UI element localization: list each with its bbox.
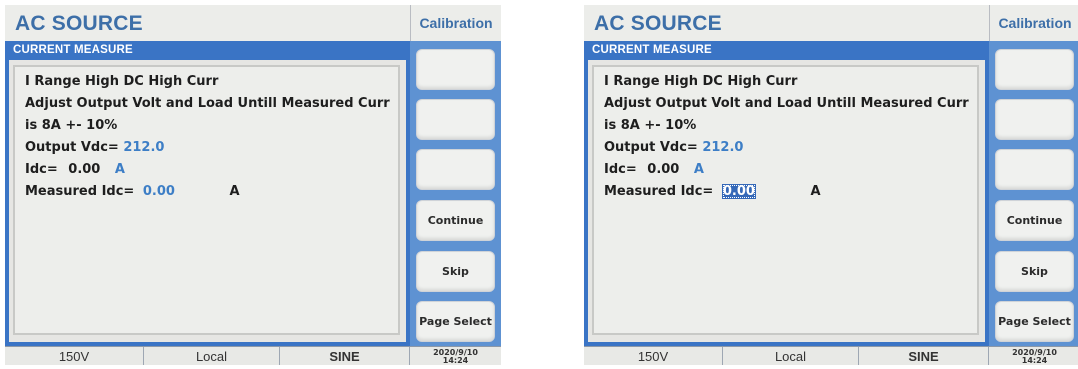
instrument-screen-2: AC SOURCE Calibration CURRENT MEASURE I …: [584, 5, 1078, 365]
soft-key-2[interactable]: [416, 99, 495, 140]
idc-label: Idc=: [25, 162, 58, 177]
output-vdc-value: 212.0: [123, 140, 165, 155]
range-line: I Range High DC High Curr: [25, 74, 219, 89]
soft-key-1[interactable]: [416, 49, 495, 90]
soft-key-column: Continue Skip Page Select: [989, 41, 1078, 346]
title-bar: AC SOURCE: [5, 5, 410, 41]
idc-label: Idc=: [604, 162, 637, 177]
status-datetime: 2020/9/10 14:24: [989, 347, 1078, 365]
output-vdc-label: Output Vdc=: [604, 140, 698, 155]
target-line: is 8A +- 10%: [25, 118, 118, 133]
status-mode: Local: [723, 347, 859, 365]
page-label: Calibration: [410, 5, 501, 41]
instruction-line: Adjust Output Volt and Load Untill Measu…: [25, 96, 390, 111]
app-title: AC SOURCE: [594, 12, 722, 35]
panel-content: I Range High DC High Curr Adjust Output …: [13, 65, 400, 335]
panel-title: CURRENT MEASURE: [13, 44, 133, 56]
status-bar: 150V Local SINE 2020/9/10 14:24: [584, 346, 1078, 365]
status-time: 14:24: [1021, 355, 1048, 365]
measured-idc-unit: A: [810, 184, 821, 199]
title-bar: AC SOURCE: [584, 5, 989, 41]
output-vdc-value: 212.0: [702, 140, 744, 155]
measured-idc-label: Measured Idc=: [25, 184, 135, 199]
soft-key-3[interactable]: [416, 149, 495, 190]
soft-key-2[interactable]: [995, 99, 1074, 140]
skip-button[interactable]: Skip: [416, 251, 495, 292]
target-line: is 8A +- 10%: [604, 118, 697, 133]
page-select-button[interactable]: Page Select: [416, 301, 495, 342]
status-bar: 150V Local SINE 2020/9/10 14:24: [5, 346, 501, 365]
status-datetime: 2020/9/10 14:24: [410, 347, 501, 365]
soft-key-3[interactable]: [995, 149, 1074, 190]
output-vdc-row: Output Vdc= 212.0: [604, 140, 743, 155]
panel-body: I Range High DC High Curr Adjust Output …: [9, 60, 406, 342]
idc-unit: A: [693, 162, 704, 177]
page-select-button[interactable]: Page Select: [995, 301, 1074, 342]
panel-body: I Range High DC High Curr Adjust Output …: [588, 60, 985, 342]
status-time: 14:24: [442, 355, 469, 365]
current-measure-panel: CURRENT MEASURE I Range High DC High Cur…: [584, 41, 989, 346]
instruction-line: Adjust Output Volt and Load Untill Measu…: [604, 96, 969, 111]
idc-value: 0.00: [68, 162, 101, 177]
status-range: 150V: [584, 347, 723, 365]
soft-key-column: Continue Skip Page Select: [410, 41, 501, 346]
continue-button[interactable]: Continue: [416, 200, 495, 241]
instrument-screen-1: AC SOURCE Calibration CURRENT MEASURE I …: [5, 5, 501, 365]
measured-idc-field[interactable]: 0.00: [143, 184, 175, 199]
measured-idc-field-selected[interactable]: 0.00: [721, 184, 756, 199]
panel-title: CURRENT MEASURE: [592, 44, 712, 56]
skip-button[interactable]: Skip: [995, 251, 1074, 292]
status-mode: Local: [144, 347, 280, 365]
measured-idc-label: Measured Idc=: [604, 184, 714, 199]
status-range: 150V: [5, 347, 144, 365]
idc-row: Idc= 0.00 A: [604, 162, 704, 177]
soft-key-1[interactable]: [995, 49, 1074, 90]
status-waveform: SINE: [280, 347, 410, 365]
measured-idc-row: Measured Idc= 0.00 A: [604, 184, 821, 199]
measured-idc-row: Measured Idc= 0.00 A: [25, 184, 240, 199]
page-label: Calibration: [989, 5, 1078, 41]
idc-row: Idc= 0.00 A: [25, 162, 125, 177]
panel-content: I Range High DC High Curr Adjust Output …: [592, 65, 979, 335]
output-vdc-row: Output Vdc= 212.0: [25, 140, 164, 155]
current-measure-panel: CURRENT MEASURE I Range High DC High Cur…: [5, 41, 410, 346]
range-line: I Range High DC High Curr: [604, 74, 798, 89]
app-title: AC SOURCE: [15, 12, 143, 35]
idc-value: 0.00: [647, 162, 680, 177]
measured-idc-unit: A: [229, 184, 240, 199]
output-vdc-label: Output Vdc=: [25, 140, 119, 155]
status-waveform: SINE: [859, 347, 989, 365]
idc-unit: A: [114, 162, 125, 177]
continue-button[interactable]: Continue: [995, 200, 1074, 241]
